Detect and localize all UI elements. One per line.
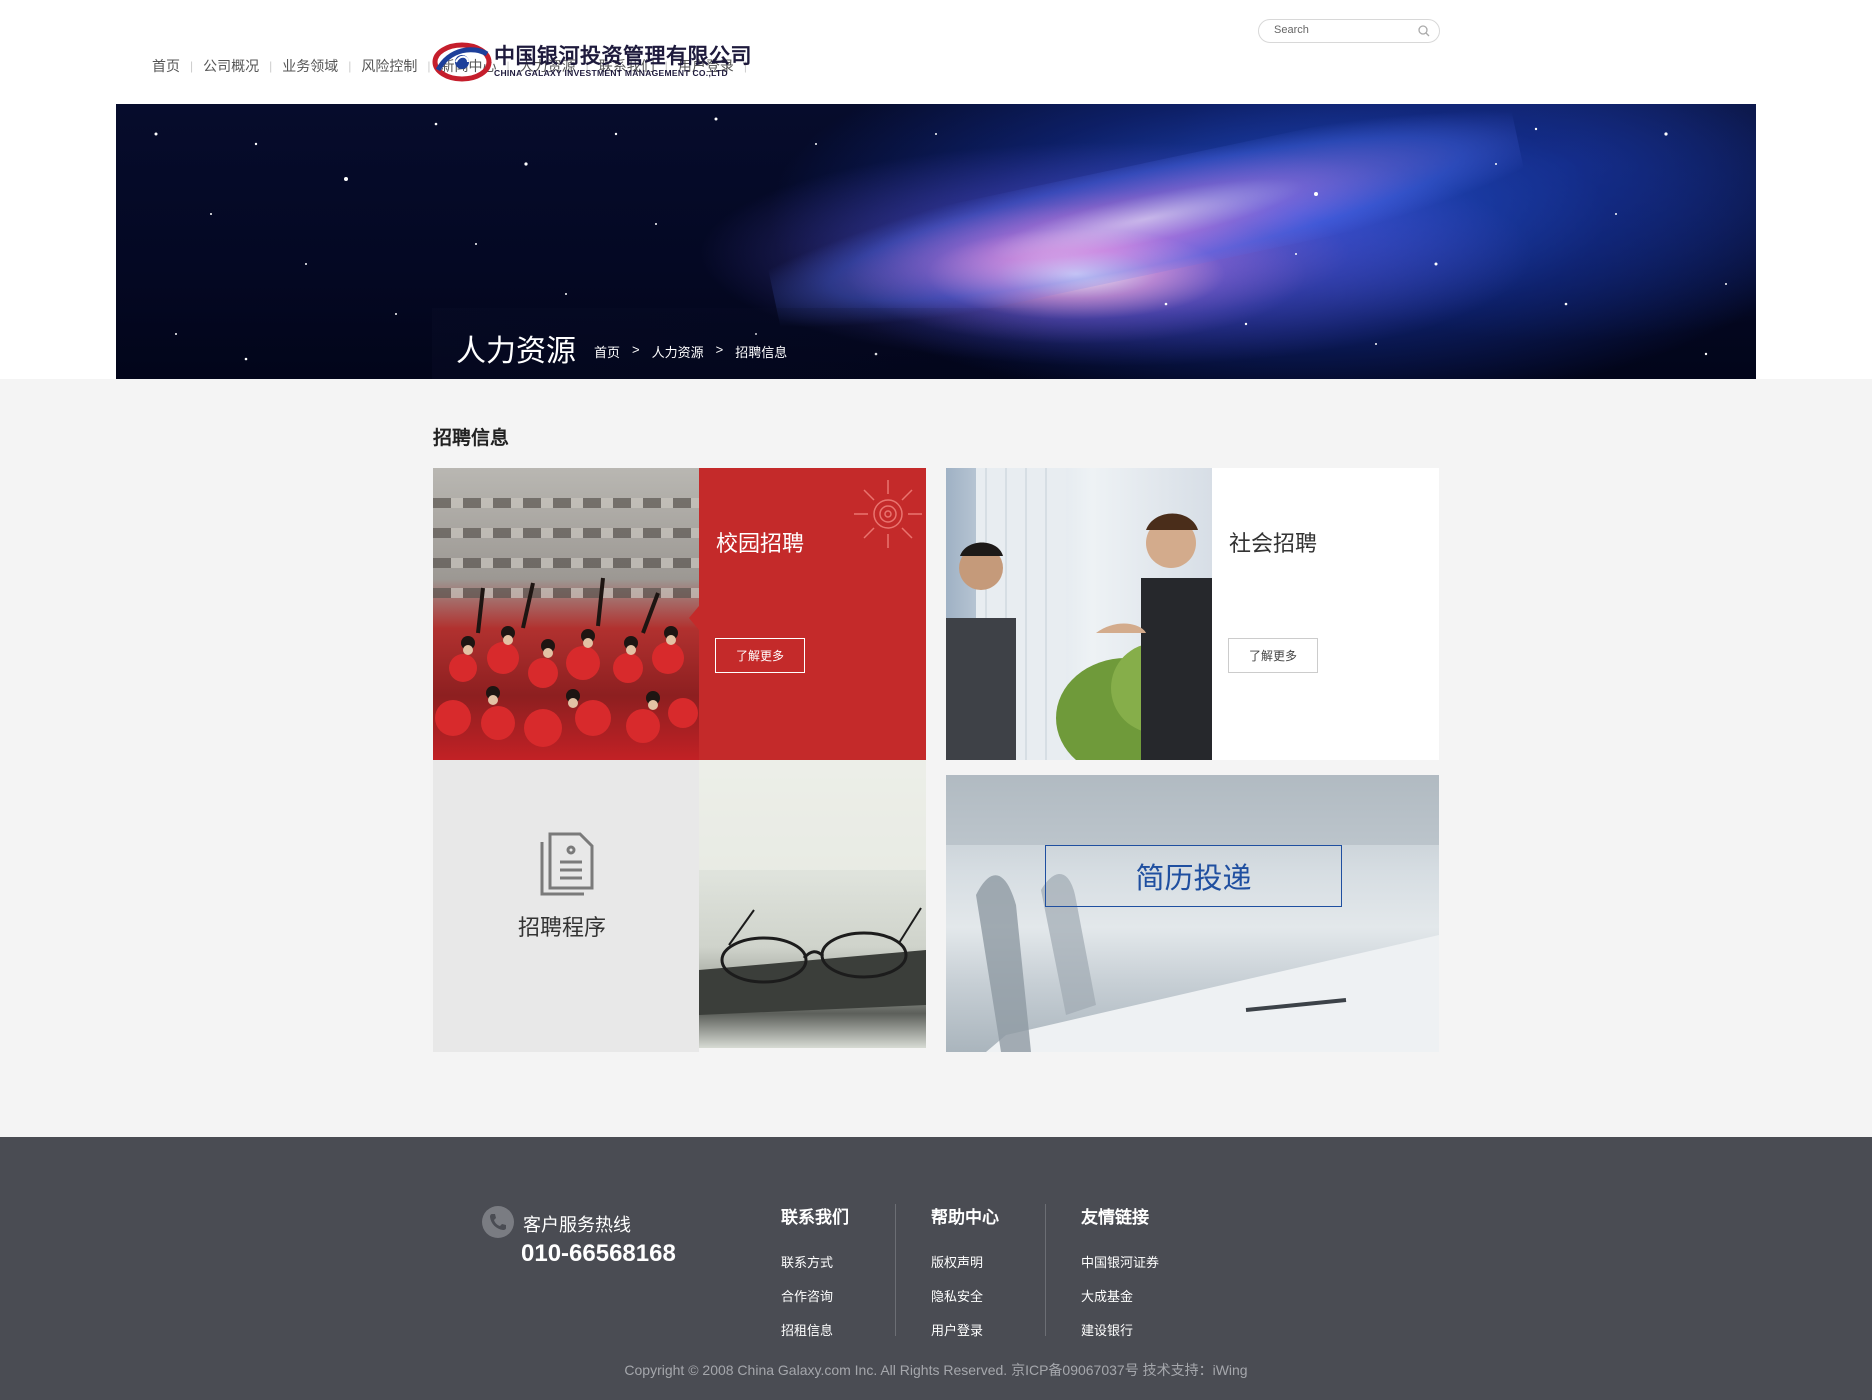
footer-link-galaxy-securities[interactable]: 中国银河证券 [1081, 1246, 1159, 1280]
social-recruitment-card[interactable]: 社会招聘 了解更多 [1212, 468, 1439, 760]
social-learn-more-button[interactable]: 了解更多 [1228, 638, 1318, 673]
footer-link-copyright[interactable]: 版权声明 [931, 1246, 999, 1280]
search-box [1258, 19, 1440, 43]
logo-chinese-name: 中国银河投资管理有限公司 [494, 45, 752, 68]
footer-column-help: 帮助中心 版权声明 隐私安全 用户登录 [931, 1203, 999, 1348]
hero-banner [116, 104, 1756, 379]
galaxy-logo-icon [432, 42, 492, 82]
main-content [0, 379, 1872, 1137]
footer-divider [895, 1204, 896, 1336]
search-icon[interactable] [1417, 24, 1431, 38]
breadcrumb-separator: > [715, 342, 724, 357]
breadcrumb-hr[interactable]: 人力资源 [652, 342, 704, 361]
footer-link-privacy[interactable]: 隐私安全 [931, 1280, 999, 1314]
nav-item-risk[interactable]: 风险控制 [351, 56, 427, 76]
campus-recruitment-card[interactable]: 校园招聘 了解更多 [689, 468, 926, 760]
hotline-number: 010-66568168 [521, 1240, 676, 1267]
business-people-image [946, 468, 1212, 760]
footer-link-ccb[interactable]: 建设银行 [1081, 1314, 1159, 1348]
section-title: 招聘信息 [433, 428, 510, 449]
nav-item-business[interactable]: 业务领域 [272, 56, 348, 76]
footer-column-contact: 联系我们 联系方式 合作咨询 招租信息 [781, 1203, 849, 1348]
nav-item-company[interactable]: 公司概况 [193, 56, 269, 76]
document-icon [540, 832, 594, 896]
footer-link-rental[interactable]: 招租信息 [781, 1314, 849, 1348]
phone-icon [482, 1206, 514, 1238]
footer-column-links: 友情链接 中国银河证券 大成基金 建设银行 [1081, 1203, 1159, 1348]
breadcrumb: 首页 > 人力资源 > 招聘信息 [594, 342, 787, 361]
copyright-text: Copyright © 2008 China Galaxy.com Inc. A… [624, 1362, 1248, 1378]
glasses-image [699, 760, 926, 1048]
footer-column-title: 帮助中心 [931, 1208, 999, 1227]
breadcrumb-separator: > [632, 342, 640, 357]
footer-link-user-login[interactable]: 用户登录 [931, 1314, 999, 1348]
recruitment-process-title: 招聘程序 [518, 915, 607, 940]
logo-english-name: CHINA GALAXY INVESTMENT MANAGEMENT CO.,L… [494, 68, 728, 78]
search-input[interactable] [1272, 23, 1416, 37]
breadcrumb-home[interactable]: 首页 [594, 342, 620, 361]
hotline-label: 客户服务热线 [523, 1215, 631, 1235]
campus-recruitment-title: 校园招聘 [716, 531, 805, 556]
footer-divider [1045, 1204, 1046, 1336]
company-logo[interactable]: 中国银河投资管理有限公司 CHINA GALAXY INVESTMENT MAN… [432, 40, 752, 84]
campus-graduation-image [433, 468, 699, 760]
footer-link-dacheng-fund[interactable]: 大成基金 [1081, 1280, 1159, 1314]
resume-submission-card[interactable]: 简历投递 [946, 775, 1439, 1052]
footer-link-cooperation[interactable]: 合作咨询 [781, 1280, 849, 1314]
sun-icon [854, 480, 922, 548]
resume-submission-button[interactable]: 简历投递 [1045, 845, 1342, 907]
footer-link-contact-info[interactable]: 联系方式 [781, 1246, 849, 1280]
social-recruitment-title: 社会招聘 [1229, 531, 1318, 556]
header: 首页 | 公司概况 | 业务领域 | 风险控制 | 新闻中心 | 人力资源 | … [0, 0, 1872, 104]
campus-learn-more-button[interactable]: 了解更多 [715, 638, 805, 673]
recruitment-process-card[interactable]: 招聘程序 [433, 760, 699, 1052]
nav-item-home[interactable]: 首页 [150, 56, 190, 76]
page-title: 人力资源 [456, 335, 576, 368]
footer-column-title: 友情链接 [1081, 1208, 1149, 1227]
breadcrumb-current: 招聘信息 [735, 345, 788, 360]
footer-column-title: 联系我们 [781, 1208, 849, 1227]
